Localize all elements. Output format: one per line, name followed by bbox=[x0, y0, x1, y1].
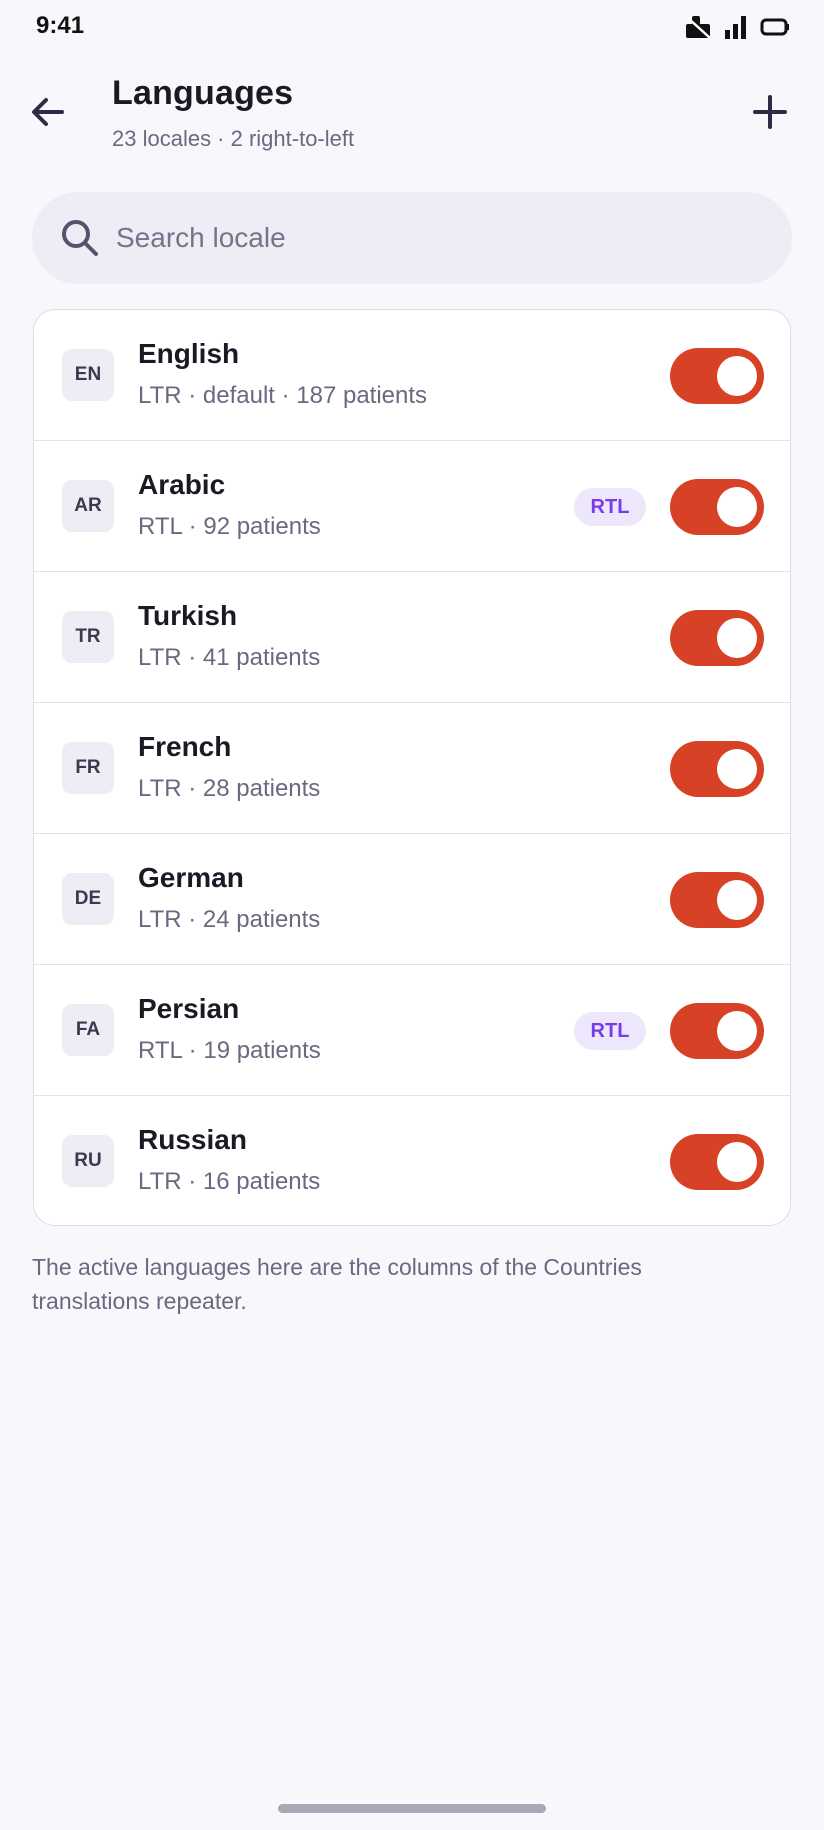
languages-list: EN English LTR · default · 187 patients … bbox=[33, 309, 791, 1226]
home-indicator[interactable] bbox=[278, 1804, 546, 1813]
language-name: German bbox=[138, 862, 244, 893]
search-input[interactable] bbox=[116, 192, 756, 284]
status-bar: 9:41 bbox=[0, 0, 824, 56]
language-toggle[interactable] bbox=[670, 741, 764, 797]
toggle-knob bbox=[717, 356, 757, 396]
locale-code-chip: RU bbox=[62, 1135, 114, 1187]
arrow-left-icon bbox=[32, 98, 64, 126]
language-row-persian[interactable]: FA Persian RTL · 19 patients RTL bbox=[34, 965, 790, 1096]
language-toggle[interactable] bbox=[670, 348, 764, 404]
language-meta: RTL · 92 patients bbox=[138, 513, 321, 540]
header: Languages 23 locales · 2 right-to-left bbox=[0, 60, 824, 170]
language-toggle[interactable] bbox=[670, 479, 764, 535]
toggle-knob bbox=[717, 749, 757, 789]
language-name: French bbox=[138, 731, 232, 762]
battery-icon bbox=[760, 17, 790, 42]
toggle-knob bbox=[717, 1142, 757, 1182]
locale-code-chip: TR bbox=[62, 611, 114, 663]
language-row-arabic[interactable]: AR Arabic RTL · 92 patients RTL bbox=[34, 441, 790, 572]
language-toggle[interactable] bbox=[670, 872, 764, 928]
search-bar[interactable] bbox=[32, 192, 792, 284]
language-row-french[interactable]: FR French LTR · 28 patients bbox=[34, 703, 790, 834]
plus-icon bbox=[753, 95, 787, 129]
language-meta: LTR · default · 187 patients bbox=[138, 382, 428, 409]
language-toggle[interactable] bbox=[670, 1134, 764, 1190]
toggle-knob bbox=[717, 618, 757, 658]
language-meta: LTR · 16 patients bbox=[138, 1168, 321, 1195]
language-row-german[interactable]: DE German LTR · 24 patients bbox=[34, 834, 790, 965]
search-icon bbox=[62, 220, 98, 256]
language-row-turkish[interactable]: TR Turkish LTR · 41 patients bbox=[34, 572, 790, 703]
language-meta: LTR · 24 patients bbox=[138, 906, 321, 933]
locale-code-chip: AR bbox=[62, 480, 114, 532]
status-time: 9:41 bbox=[36, 12, 85, 39]
back-button[interactable] bbox=[22, 86, 74, 138]
language-meta: LTR · 28 patients bbox=[138, 775, 321, 802]
language-meta: RTL · 19 patients bbox=[138, 1037, 321, 1064]
language-name: Persian bbox=[138, 993, 240, 1024]
footnote-text: The active languages here are the column… bbox=[32, 1254, 642, 1314]
locale-code-chip: FR bbox=[62, 742, 114, 794]
toggle-knob bbox=[717, 880, 757, 920]
locale-code-chip: DE bbox=[62, 873, 114, 925]
page-subtitle: 23 locales · 2 right-to-left bbox=[112, 126, 355, 151]
language-name: English bbox=[138, 338, 240, 369]
locale-code-chip: EN bbox=[62, 349, 114, 401]
notification-icon bbox=[684, 14, 714, 45]
language-row-english[interactable]: EN English LTR · default · 187 patients bbox=[34, 310, 790, 441]
language-name: Arabic bbox=[138, 469, 226, 500]
language-name: Russian bbox=[138, 1124, 247, 1155]
add-language-button[interactable] bbox=[744, 86, 796, 138]
status-icons bbox=[684, 14, 790, 45]
signal-icon bbox=[724, 14, 750, 45]
language-toggle[interactable] bbox=[670, 610, 764, 666]
language-row-russian[interactable]: RU Russian LTR · 16 patients bbox=[34, 1096, 790, 1225]
rtl-badge: RTL bbox=[574, 488, 646, 526]
page-title: Languages bbox=[112, 74, 294, 112]
rtl-badge: RTL bbox=[574, 1012, 646, 1050]
language-name: Turkish bbox=[138, 600, 238, 631]
language-meta: LTR · 41 patients bbox=[138, 644, 321, 671]
languages-screen: 9:41 Languages 23 locales · 2 right-to-l… bbox=[0, 0, 824, 1830]
toggle-knob bbox=[717, 487, 757, 527]
toggle-knob bbox=[717, 1011, 757, 1051]
locale-code-chip: FA bbox=[62, 1004, 114, 1056]
language-toggle[interactable] bbox=[670, 1003, 764, 1059]
